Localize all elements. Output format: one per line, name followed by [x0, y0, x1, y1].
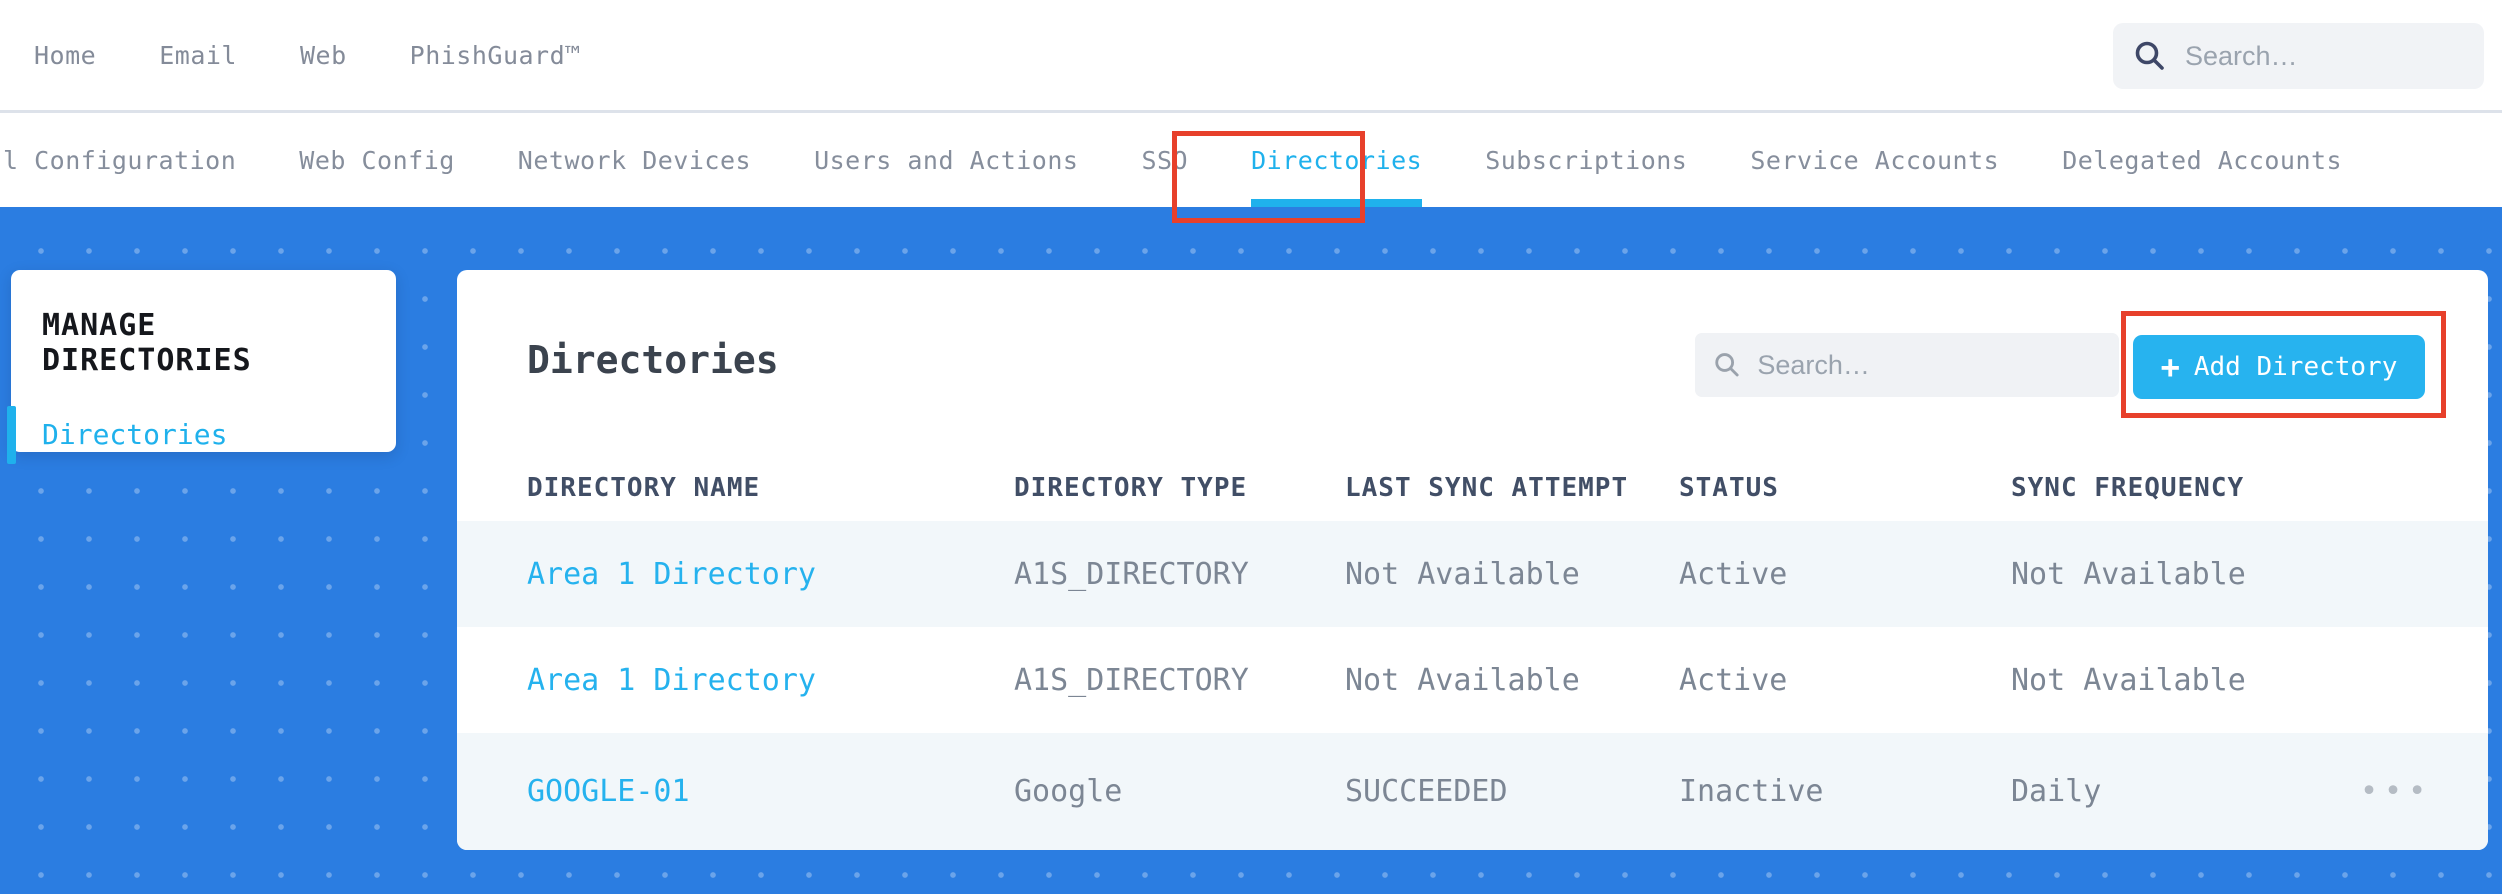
settings-tabs-bar: l Configuration Web Config Network Devic…	[0, 113, 2502, 207]
tab-web-config[interactable]: Web Config	[299, 113, 455, 207]
table-row: GOOGLE-01 Google SUCCEEDED Inactive Dail…	[457, 733, 2488, 850]
nav-item-email[interactable]: Email	[159, 41, 237, 70]
directories-table: DIRECTORY NAME DIRECTORY TYPE LAST SYNC …	[457, 455, 2488, 850]
directories-search-box[interactable]	[1695, 333, 2119, 397]
directory-name-link[interactable]: GOOGLE-01	[527, 774, 1014, 809]
table-header-row: DIRECTORY NAME DIRECTORY TYPE LAST SYNC …	[457, 455, 2488, 521]
nav-item-home[interactable]: Home	[34, 41, 96, 70]
tab-email-configuration[interactable]: l Configuration	[3, 113, 236, 207]
nav-item-web[interactable]: Web	[300, 41, 347, 70]
global-search-box[interactable]	[2113, 23, 2484, 89]
last-sync-cell: Not Available	[1345, 556, 1580, 592]
sync-frequency-cell: Daily	[2011, 774, 2102, 809]
last-sync-cell: Not Available	[1345, 662, 1580, 698]
last-sync-cell: SUCCEEDED	[1345, 774, 1508, 809]
tab-directories-label: Directories	[1251, 145, 1423, 175]
sidebar-heading: MANAGE DIRECTORIES	[42, 308, 252, 378]
tab-network-devices[interactable]: Network Devices	[518, 113, 751, 207]
row-overflow-menu-icon[interactable]: •••	[2360, 776, 2488, 807]
sync-frequency-cell: Not Available	[2011, 556, 2246, 592]
add-directory-button[interactable]: + Add Directory	[2133, 335, 2425, 399]
tab-users-and-actions[interactable]: Users and Actions	[814, 113, 1078, 207]
tab-delegated-accounts[interactable]: Delegated Accounts	[2062, 113, 2342, 207]
column-header-sync-frequency: SYNC FREQUENCY	[2011, 473, 2245, 503]
tab-service-accounts[interactable]: Service Accounts	[1750, 113, 1999, 207]
add-directory-label: Add Directory	[2193, 352, 2398, 382]
sidebar-item-label: Directories	[42, 418, 228, 451]
search-icon	[1715, 353, 1739, 377]
content-area: MANAGE DIRECTORIES Directories Directori…	[0, 207, 2502, 894]
column-header-status: STATUS	[1679, 473, 1779, 503]
status-cell: Active	[1679, 662, 1788, 698]
directory-type-cell: A1S_DIRECTORY	[1014, 556, 1249, 592]
directory-type-cell: Google	[1014, 774, 1123, 809]
table-row: Area 1 Directory A1S_DIRECTORY Not Avail…	[457, 627, 2488, 733]
directory-name-link[interactable]: Area 1 Directory	[527, 663, 1014, 698]
tab-sso[interactable]: SSO	[1141, 113, 1188, 207]
table-row: Area 1 Directory A1S_DIRECTORY Not Avail…	[457, 521, 2488, 627]
page-title: Directories	[527, 338, 779, 382]
directories-search-input[interactable]	[1757, 349, 2101, 381]
top-bar: Home Email Web PhishGuard™	[0, 0, 2502, 113]
status-cell: Active	[1679, 556, 1788, 592]
tab-directories[interactable]: Directories	[1251, 113, 1423, 207]
directory-type-cell: A1S_DIRECTORY	[1014, 662, 1249, 698]
sync-frequency-cell: Not Available	[2011, 662, 2246, 698]
column-header-last-sync-attempt: LAST SYNC ATTEMPT	[1345, 473, 1629, 503]
active-item-indicator	[7, 406, 16, 464]
status-cell: Inactive	[1679, 774, 1824, 809]
column-header-directory-name: DIRECTORY NAME	[527, 473, 761, 503]
column-header-directory-type: DIRECTORY TYPE	[1014, 473, 1248, 503]
plus-icon: +	[2160, 348, 2180, 386]
sidebar-item-directories[interactable]: Directories	[7, 406, 366, 464]
screen: Home Email Web PhishGuard™ l Configurati…	[0, 0, 2502, 894]
active-tab-underline	[1251, 199, 1423, 207]
global-search-input[interactable]	[2185, 40, 2464, 72]
nav-item-phishguard[interactable]: PhishGuard™	[410, 41, 581, 70]
directory-name-link[interactable]: Area 1 Directory	[527, 557, 1014, 592]
manage-directories-card: MANAGE DIRECTORIES Directories	[7, 270, 396, 464]
tab-subscriptions[interactable]: Subscriptions	[1485, 113, 1687, 207]
search-icon	[2135, 41, 2164, 70]
directories-panel: Directories + Add Directory DIRECTORY NA…	[457, 270, 2488, 850]
